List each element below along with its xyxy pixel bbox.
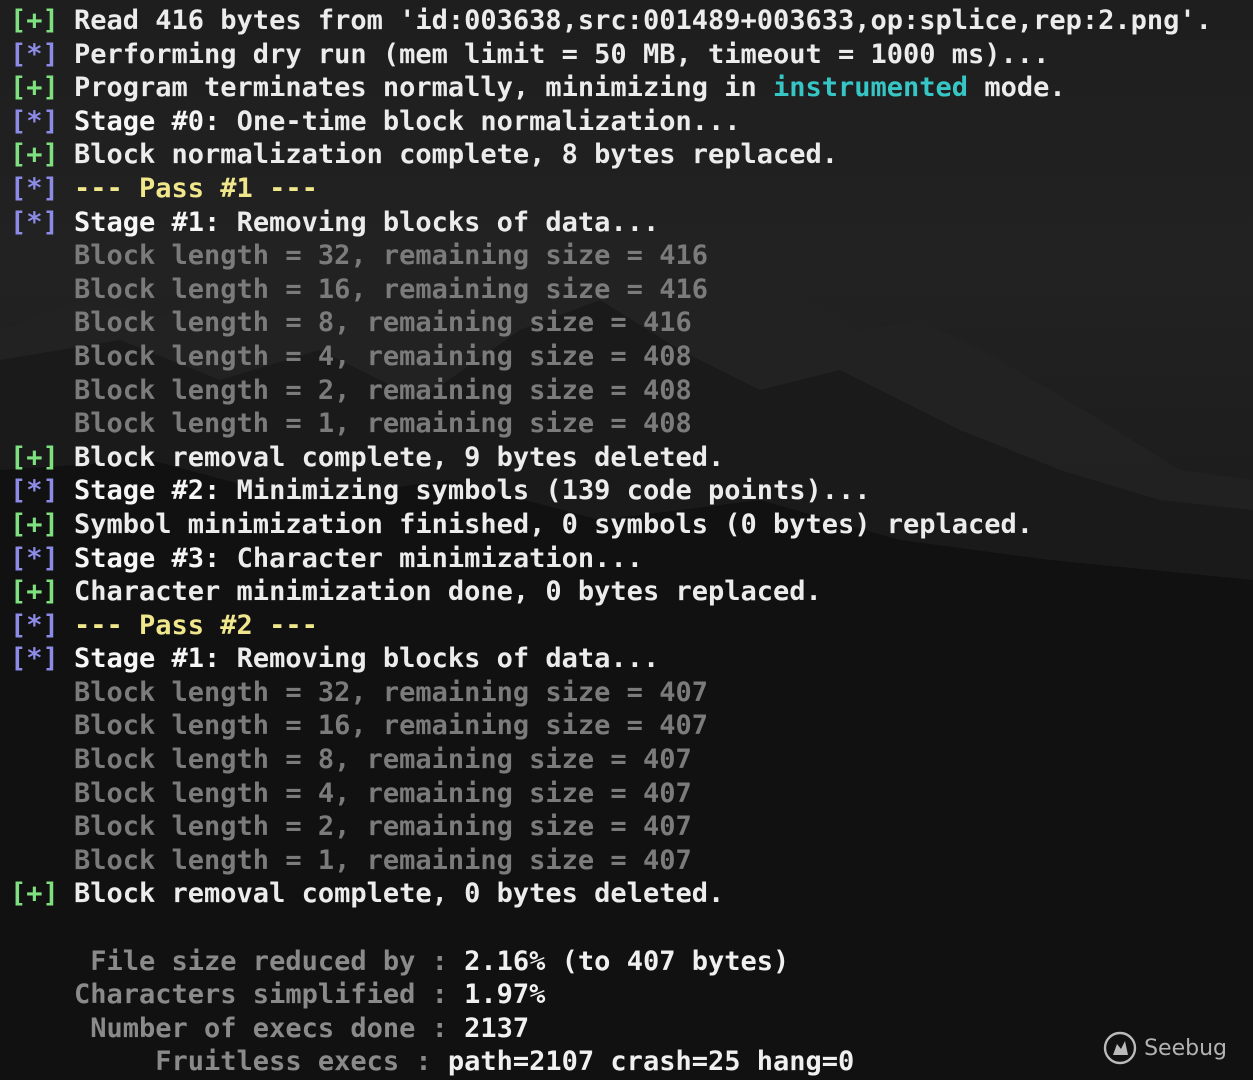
stat-label: File size reduced by : [74, 945, 465, 977]
stat-value: 2.16% (to 407 bytes) [464, 945, 790, 977]
terminal-line: [+] Read 416 bytes from 'id:003638,src:00… [10, 4, 1212, 38]
status-tag-star: [*] [10, 609, 59, 641]
message-text: Minimizing symbols (139 code points)... [220, 475, 871, 507]
status-tag-plus: [+] [10, 576, 59, 608]
status-tag-star: [*] [10, 542, 59, 574]
seebug-logo-icon [1103, 1031, 1137, 1065]
terminal-line: [+] Character minimization done, 0 bytes … [10, 575, 1212, 609]
watermark: Seebug [1102, 1030, 1227, 1066]
terminal-line: [+] Block removal complete, 9 bytes delet… [10, 441, 1212, 475]
status-tag-plus: [+] [10, 139, 59, 171]
status-tag-plus: [+] [10, 878, 59, 910]
message-text: Program terminates normally, minimizing … [74, 72, 773, 104]
terminal-line: [+] Block normalization complete, 8 bytes… [10, 138, 1212, 172]
watermark-text: Seebug [1144, 1035, 1227, 1061]
terminal-line: Number of execs done : 2137 [10, 1012, 1212, 1046]
status-tag-star: [*] [10, 38, 59, 70]
terminal-line: [*] Stage #2: Minimizing symbols (139 cod… [10, 474, 1212, 508]
message-text: Read 416 bytes from 'id:003638,src:00148… [74, 5, 1212, 36]
terminal-line: [*] --- Pass #2 --- [10, 609, 1212, 643]
stat-value: path=2107 crash=25 hang=0 [447, 1046, 855, 1078]
terminal-line: [*] Stage #0: One-time block normalizatio… [10, 105, 1212, 139]
stage-label: Stage #3: [74, 542, 221, 574]
terminal-line: Block length = 4, remaining size = 408 [10, 340, 1212, 374]
terminal-line: [*] Performing dry run (mem limit = 50 MB… [10, 38, 1212, 72]
terminal-line: Block length = 4, remaining size = 407 [10, 777, 1212, 811]
block-length-progress: Block length = 4, remaining size = 407 [74, 777, 692, 809]
stat-value: 2137 [464, 1012, 530, 1044]
status-tag-star: [*] [10, 172, 59, 204]
status-tag-plus: [+] [10, 441, 59, 473]
block-length-progress: Block length = 16, remaining size = 416 [74, 273, 708, 305]
terminal-line: Block length = 2, remaining size = 408 [10, 374, 1212, 408]
message-text: Performing dry run (mem limit = 50 MB, t… [74, 38, 1050, 70]
message-text: Character minimization done, 0 bytes rep… [74, 576, 822, 608]
terminal-line: Fruitless execs : path=2107 crash=25 han… [10, 1045, 1212, 1079]
terminal-line: Block length = 16, remaining size = 407 [10, 709, 1212, 743]
terminal-line: Block length = 1, remaining size = 407 [10, 844, 1212, 878]
message-text: Block removal complete, 0 bytes deleted. [74, 878, 725, 910]
message-text: Removing blocks of data... [220, 643, 660, 675]
status-tag-plus: [+] [10, 5, 59, 36]
block-length-progress: Block length = 32, remaining size = 416 [74, 240, 708, 272]
stage-label: Stage #0: [74, 105, 221, 137]
message-text: Character minimization... [220, 542, 643, 574]
terminal-output: [+] Read 416 bytes from 'id:003638,src:00… [10, 4, 1212, 1079]
pass-header: --- Pass #2 --- [74, 609, 318, 641]
mode-highlight: instrumented [772, 72, 969, 104]
stat-label: Fruitless execs : [74, 1046, 448, 1078]
terminal-line: Block length = 8, remaining size = 416 [10, 306, 1212, 340]
terminal-line: Block length = 8, remaining size = 407 [10, 743, 1212, 777]
stat-value: 1.97% [464, 979, 546, 1011]
stat-label: Characters simplified : [74, 979, 465, 1011]
block-length-progress: Block length = 8, remaining size = 416 [74, 307, 692, 339]
status-tag-plus: [+] [10, 72, 59, 104]
status-tag-star: [*] [10, 643, 59, 675]
terminal-line: Block length = 32, remaining size = 407 [10, 676, 1212, 710]
block-length-progress: Block length = 32, remaining size = 407 [74, 676, 708, 708]
stage-label: Stage #1: [74, 206, 221, 238]
terminal-line: Block length = 32, remaining size = 416 [10, 239, 1212, 273]
terminal-line: [+] Symbol minimization finished, 0 symbo… [10, 508, 1212, 542]
stage-label: Stage #2: [74, 475, 221, 507]
block-length-progress: Block length = 2, remaining size = 408 [74, 374, 692, 406]
block-length-progress: Block length = 16, remaining size = 407 [74, 710, 708, 742]
terminal-line: File size reduced by : 2.16% (to 407 byt… [10, 945, 1212, 979]
terminal-line: [+] Block removal complete, 0 bytes delet… [10, 877, 1212, 911]
block-length-progress: Block length = 4, remaining size = 408 [74, 340, 692, 372]
message-text: One-time block normalization... [220, 105, 741, 137]
terminal-line: Block length = 2, remaining size = 407 [10, 810, 1212, 844]
terminal-line: Block length = 1, remaining size = 408 [10, 407, 1212, 441]
message-text: mode. [968, 72, 1066, 104]
terminal-line: [*] Stage #1: Removing blocks of data... [10, 206, 1212, 240]
terminal-window[interactable]: [+] Read 416 bytes from 'id:003638,src:00… [0, 0, 1253, 1080]
message-text: Removing blocks of data... [220, 206, 660, 238]
terminal-line: [*] --- Pass #1 --- [10, 172, 1212, 206]
stage-label: Stage #1: [74, 643, 221, 675]
message-text: Symbol minimization finished, 0 symbols … [74, 508, 1034, 540]
terminal-line: [*] Stage #1: Removing blocks of data... [10, 642, 1212, 676]
status-tag-star: [*] [10, 206, 59, 238]
status-tag-plus: [+] [10, 508, 59, 540]
terminal-line: [+] Program terminates normally, minimizi… [10, 71, 1212, 105]
pass-header: --- Pass #1 --- [74, 172, 318, 204]
terminal-line: [*] Stage #3: Character minimization... [10, 542, 1212, 576]
message-text: Block normalization complete, 8 bytes re… [74, 139, 839, 171]
block-length-progress: Block length = 2, remaining size = 407 [74, 811, 692, 843]
block-length-progress: Block length = 1, remaining size = 408 [74, 408, 692, 440]
block-length-progress: Block length = 1, remaining size = 407 [74, 844, 692, 876]
message-text: Block removal complete, 9 bytes deleted. [74, 441, 725, 473]
terminal-line: Block length = 16, remaining size = 416 [10, 273, 1212, 307]
terminal-line: Characters simplified : 1.97% [10, 978, 1212, 1012]
status-tag-star: [*] [10, 475, 59, 507]
block-length-progress: Block length = 8, remaining size = 407 [74, 744, 692, 776]
status-tag-star: [*] [10, 105, 59, 137]
stat-label: Number of execs done : [74, 1012, 465, 1044]
